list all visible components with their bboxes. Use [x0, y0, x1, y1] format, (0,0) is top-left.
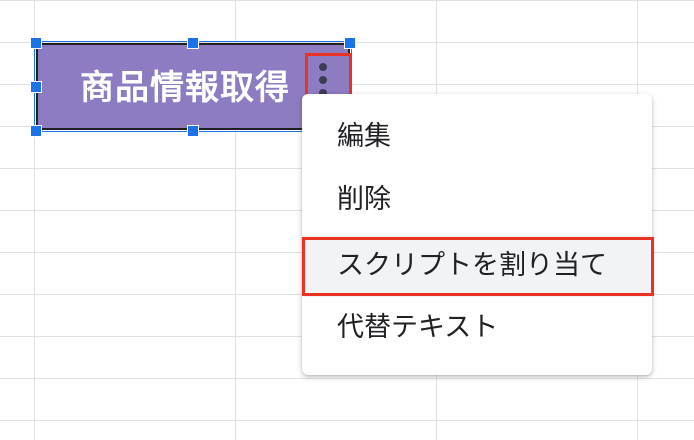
annotation-highlight-box — [302, 237, 654, 296]
menu-item-edit[interactable]: 編集 — [302, 106, 652, 168]
dot — [319, 63, 327, 71]
resize-handle-top-left[interactable] — [30, 37, 42, 49]
dot — [319, 76, 327, 84]
menu-item-delete[interactable]: 削除 — [302, 169, 652, 231]
resize-handle-top[interactable] — [187, 37, 199, 49]
spreadsheet-canvas[interactable]: 商品情報取得 編集 削除 スクリプトを割り当て 代替テキスト — [0, 0, 694, 440]
resize-handle-bottom-left[interactable] — [30, 125, 42, 137]
resize-handle-bottom[interactable] — [187, 125, 199, 137]
resize-handle-top-right[interactable] — [344, 37, 356, 49]
grid-line — [0, 420, 694, 421]
menu-item-label: 削除 — [337, 184, 391, 215]
menu-item-label: 代替テキスト — [337, 312, 499, 343]
drawing-label: 商品情報取得 — [80, 68, 290, 108]
grid-line — [0, 0, 694, 1]
menu-item-label: 編集 — [337, 121, 391, 152]
menu-item-alt-text[interactable]: 代替テキスト — [302, 297, 652, 359]
resize-handle-left[interactable] — [30, 81, 42, 93]
context-menu: 編集 削除 スクリプトを割り当て 代替テキスト — [302, 94, 652, 375]
grid-line — [0, 378, 694, 379]
